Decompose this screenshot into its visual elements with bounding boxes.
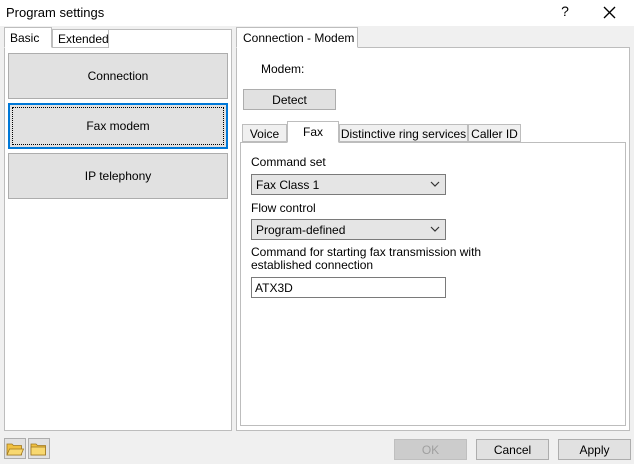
tab-extended[interactable]: Extended (52, 29, 109, 48)
command-set-value: Fax Class 1 (256, 178, 320, 192)
start-command-label: Command for starting fax transmission wi… (251, 245, 482, 272)
tab-distinctive-ring-services[interactable]: Distinctive ring services (339, 124, 468, 142)
detect-button[interactable]: Detect (243, 89, 336, 110)
save-settings-button[interactable] (28, 438, 50, 459)
chevron-down-icon (430, 226, 440, 232)
fax-modem-category-button[interactable]: Fax modem (8, 103, 228, 149)
command-set-select[interactable]: Fax Class 1 (251, 174, 446, 195)
modem-label: Modem: (261, 62, 305, 76)
tab-caller-id[interactable]: Caller ID (468, 124, 521, 142)
flow-control-value: Program-defined (256, 223, 346, 237)
help-button[interactable]: ? (557, 3, 573, 23)
cancel-button[interactable]: Cancel (476, 439, 549, 460)
ok-button[interactable]: OK (394, 439, 467, 460)
tab-basic[interactable]: Basic (4, 27, 52, 48)
folder-open-icon (6, 443, 25, 456)
flow-control-select[interactable]: Program-defined (251, 219, 446, 240)
window-title: Program settings (6, 5, 105, 20)
open-settings-button[interactable] (4, 438, 26, 459)
chevron-down-icon (430, 181, 440, 187)
start-command-input[interactable]: ATX3D (251, 277, 446, 298)
apply-button[interactable]: Apply (558, 439, 631, 460)
connection-category-button[interactable]: Connection (8, 53, 228, 99)
ip-telephony-category-button[interactable]: IP telephony (8, 153, 228, 199)
flow-control-label: Flow control (251, 201, 316, 215)
command-set-label: Command set (251, 155, 326, 169)
folder-icon (30, 443, 46, 456)
tab-voice[interactable]: Voice (242, 124, 287, 142)
tab-fax[interactable]: Fax (287, 121, 339, 143)
tab-connection-modem[interactable]: Connection - Modem (236, 27, 358, 48)
close-icon (603, 6, 616, 19)
fax-modem-label: Fax modem (12, 107, 224, 145)
close-button[interactable] (600, 5, 618, 21)
